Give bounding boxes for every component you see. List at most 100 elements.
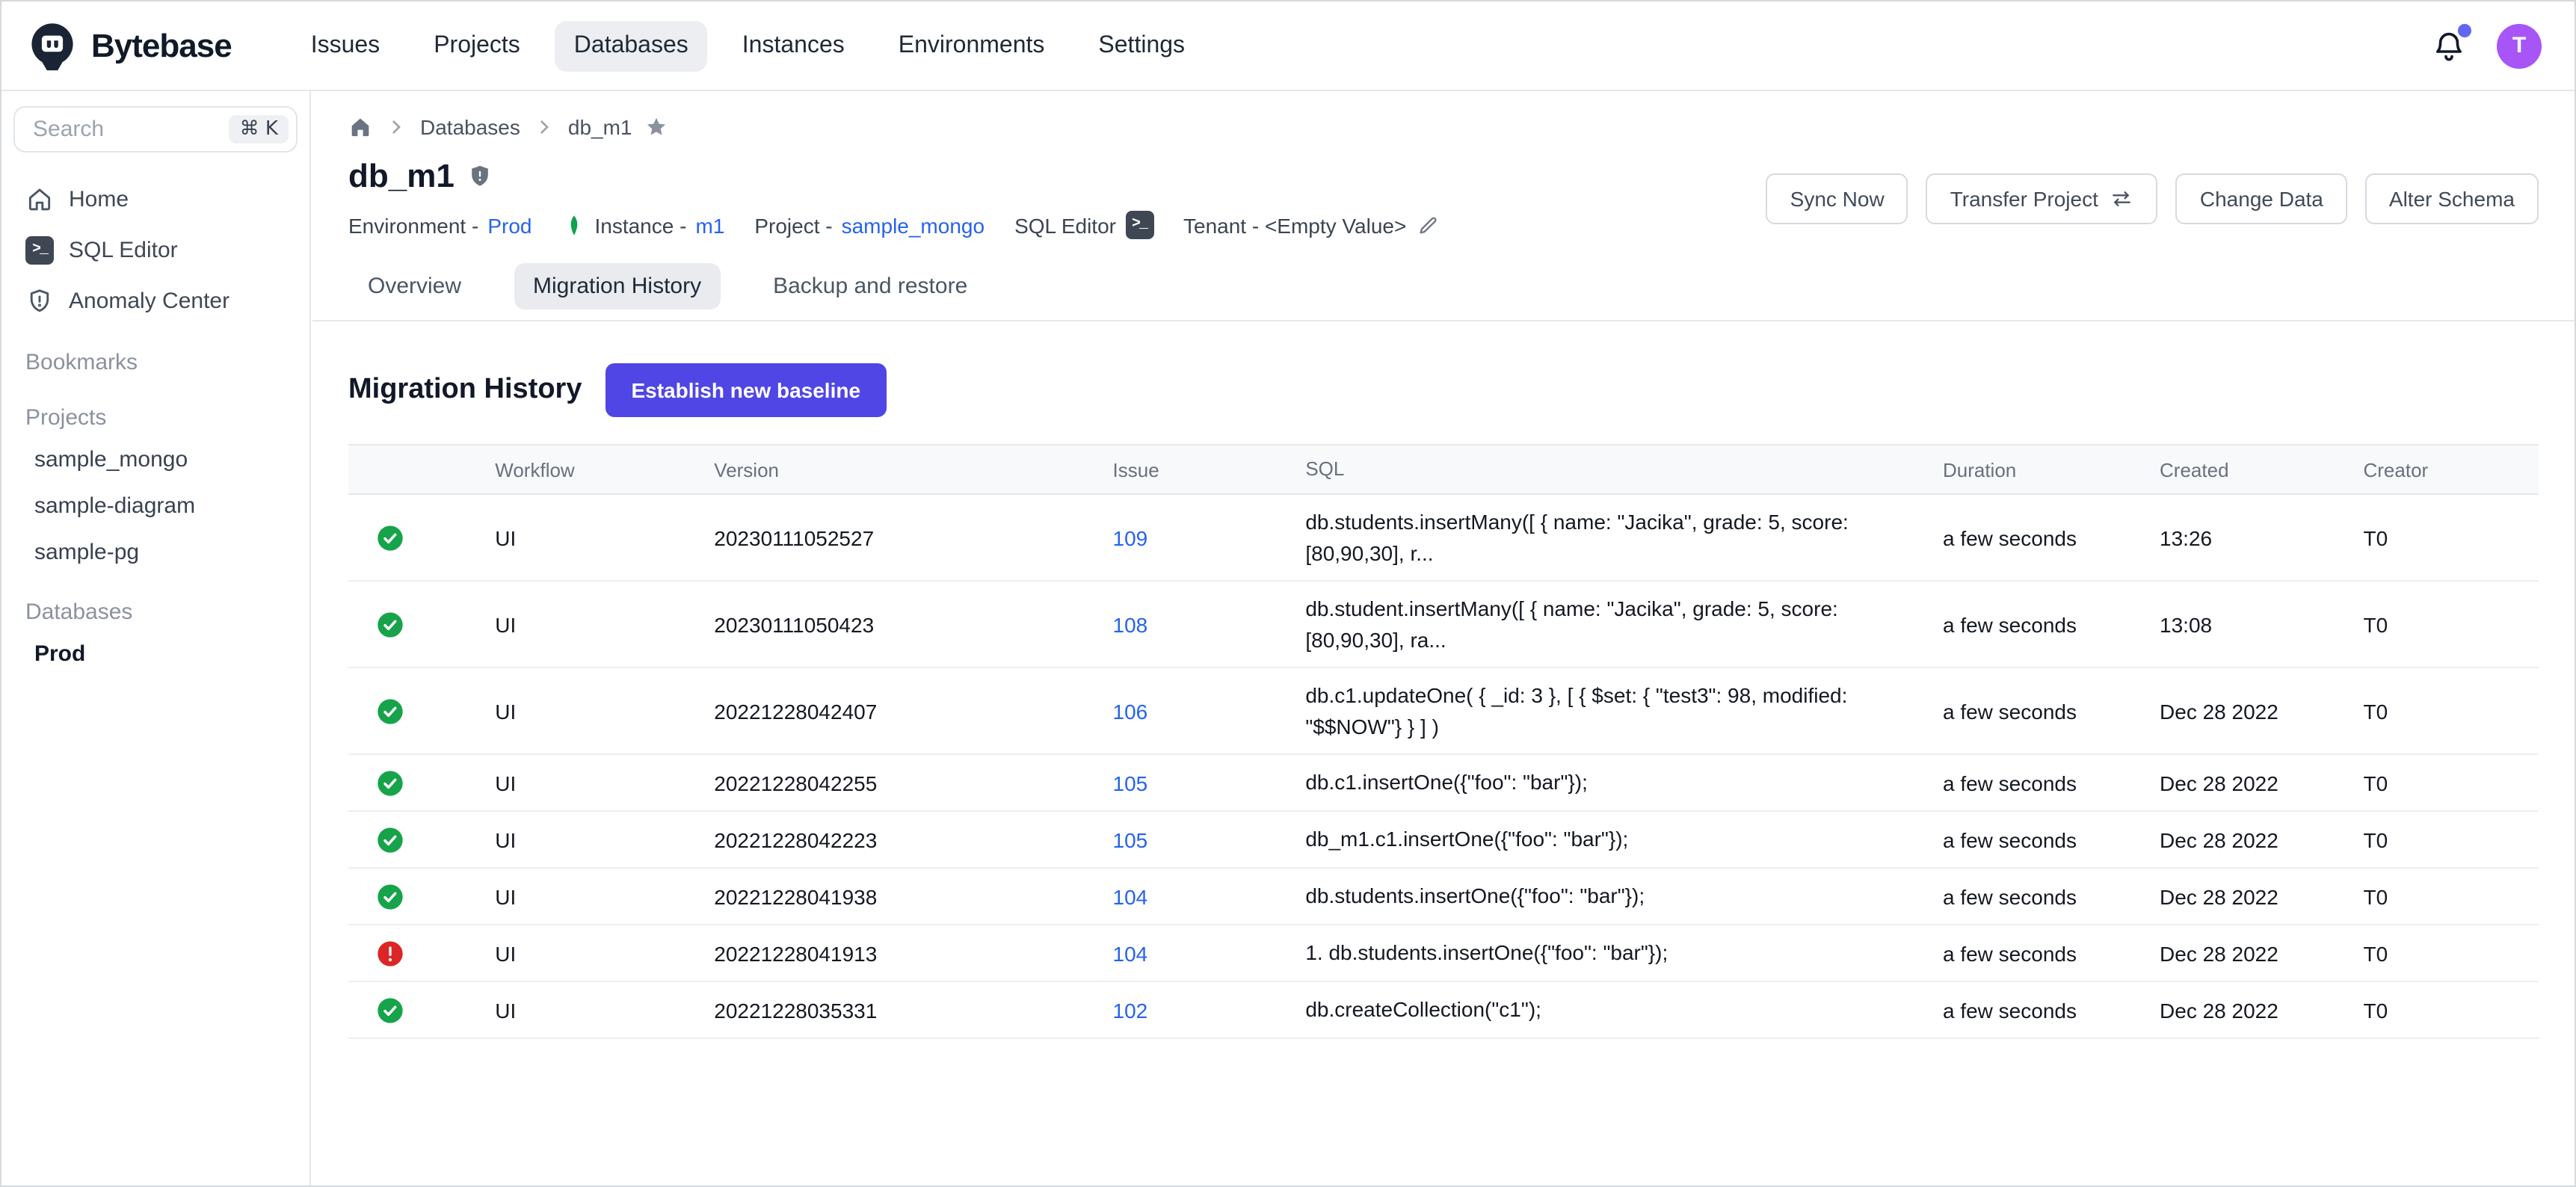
- instance-label: Instance -: [594, 213, 686, 237]
- sidebar-item-home[interactable]: Home: [13, 173, 298, 224]
- establish-baseline-button[interactable]: Establish new baseline: [606, 363, 886, 417]
- nav-item-instances[interactable]: Instances: [723, 20, 864, 71]
- error-icon: [375, 938, 405, 968]
- col-created: Created: [2160, 452, 2363, 487]
- table-row[interactable]: UI 20221228042407 106 db.c1.updateOne( {…: [348, 668, 2539, 755]
- issue-link[interactable]: 109: [1113, 525, 1148, 549]
- issue-link[interactable]: 104: [1113, 884, 1148, 908]
- col-version: Version: [714, 452, 1112, 487]
- search-box[interactable]: ⌘ K: [13, 106, 298, 152]
- workflow-cell: UI: [495, 821, 714, 857]
- tab-overview[interactable]: Overview: [348, 263, 481, 309]
- search-input[interactable]: [30, 115, 229, 144]
- creator-cell: T0: [2364, 519, 2539, 555]
- pencil-icon[interactable]: [1415, 213, 1439, 237]
- instance-link[interactable]: m1: [695, 213, 724, 237]
- version-cell: 20230111050423: [714, 606, 1112, 642]
- tab-migration-history[interactable]: Migration History: [514, 263, 721, 309]
- sql-cell: db.createCollection("c1");: [1305, 989, 1943, 1032]
- project-label: Project -: [754, 213, 832, 237]
- sidebar-item-anomaly-center[interactable]: Anomaly Center: [13, 275, 298, 326]
- app-window: Bytebase Issues Projects Databases Insta…: [0, 0, 2576, 1187]
- tab-backup-and-restore[interactable]: Backup and restore: [754, 263, 987, 309]
- issue-link[interactable]: 108: [1113, 612, 1148, 636]
- issue-link[interactable]: 106: [1113, 699, 1148, 723]
- issue-link[interactable]: 105: [1113, 827, 1148, 851]
- created-cell: 13:26: [2160, 519, 2363, 555]
- notifications-button[interactable]: [2431, 28, 2467, 64]
- creator-cell: T0: [2364, 765, 2539, 801]
- project-link[interactable]: sample_mongo: [842, 213, 985, 237]
- home-breadcrumb-icon[interactable]: [348, 115, 372, 139]
- sql-cell: db_m1.c1.insertOne({"foo": "bar"});: [1305, 818, 1943, 861]
- sidebar-project-sample-diagram[interactable]: sample-diagram: [13, 483, 298, 529]
- avatar[interactable]: T: [2497, 23, 2542, 68]
- sql-cell: db.students.insertOne({"foo": "bar"});: [1305, 875, 1943, 918]
- nav-item-databases[interactable]: Databases: [555, 20, 708, 71]
- table-row[interactable]: UI 20230111052527 109 db.students.insert…: [348, 495, 2539, 582]
- main-nav: Issues Projects Databases Instances Envi…: [292, 20, 1204, 71]
- alter-schema-label: Alter Schema: [2389, 186, 2515, 210]
- brand[interactable]: Bytebase: [25, 19, 232, 73]
- table-row[interactable]: UI 20221228035331 102 db.createCollectio…: [348, 982, 2539, 1039]
- sql-cell: db.student.insertMany([ { name: "Jacika"…: [1305, 588, 1943, 660]
- issue-link[interactable]: 102: [1113, 998, 1148, 1022]
- table-header: Workflow Version Issue SQL Duration Crea…: [348, 444, 2539, 495]
- alter-schema-button[interactable]: Alter Schema: [2365, 173, 2539, 223]
- chevron-right-icon: [384, 115, 408, 139]
- sidebar: ⌘ K Home >_ SQL Editor Anomaly Center: [1, 91, 311, 1186]
- page-title: db_m1: [348, 157, 455, 196]
- transfer-project-button[interactable]: Transfer Project: [1926, 173, 2158, 223]
- terminal-icon: >_: [25, 235, 54, 264]
- sidebar-project-sample-pg[interactable]: sample-pg: [13, 529, 298, 576]
- environment-link[interactable]: Prod: [487, 213, 531, 237]
- issue-link[interactable]: 105: [1113, 771, 1148, 795]
- migration-table: Workflow Version Issue SQL Duration Crea…: [348, 444, 2539, 1039]
- workflow-cell: UI: [495, 693, 714, 729]
- table-row[interactable]: UI 20221228042223 105 db_m1.c1.insertOne…: [348, 812, 2539, 869]
- workflow-cell: UI: [495, 765, 714, 801]
- duration-cell: a few seconds: [1943, 821, 2160, 857]
- sql-cell: db.c1.insertOne({"foo": "bar"});: [1305, 762, 1943, 804]
- shield-icon: [466, 163, 493, 190]
- duration-cell: a few seconds: [1943, 992, 2160, 1028]
- terminal-icon: >_: [1125, 211, 1153, 239]
- table-row[interactable]: UI 20221228041938 104 db.students.insert…: [348, 869, 2539, 925]
- swap-arrows-icon: [2110, 186, 2134, 210]
- table-row[interactable]: UI 20230111050423 108 db.student.insertM…: [348, 582, 2539, 668]
- table-row[interactable]: UI 20221228041913 104 1. db.students.ins…: [348, 925, 2539, 982]
- detail-tabs: Overview Migration History Backup and re…: [348, 263, 2539, 309]
- issue-link[interactable]: 104: [1113, 941, 1148, 965]
- sync-now-button[interactable]: Sync Now: [1766, 173, 1908, 223]
- change-data-button[interactable]: Change Data: [2176, 173, 2347, 223]
- duration-cell: a few seconds: [1943, 765, 2160, 801]
- meta-sql-editor[interactable]: SQL Editor >_: [1014, 211, 1153, 239]
- nav-item-projects[interactable]: Projects: [414, 20, 540, 71]
- version-cell: 20221228042255: [714, 765, 1112, 801]
- table-row[interactable]: UI 20221228042255 105 db.c1.insertOne({"…: [348, 755, 2539, 812]
- version-cell: 20221228041938: [714, 878, 1112, 914]
- sidebar-project-sample-mongo[interactable]: sample_mongo: [13, 437, 298, 483]
- creator-cell: T0: [2364, 821, 2539, 857]
- nav-item-environments[interactable]: Environments: [879, 20, 1064, 71]
- tenant-label: Tenant - <Empty Value>: [1183, 213, 1406, 237]
- search-shortcut: ⌘ K: [229, 115, 289, 144]
- nav-item-settings[interactable]: Settings: [1079, 20, 1204, 71]
- sidebar-section-bookmarks: Bookmarks: [13, 338, 298, 381]
- breadcrumb: Databases db_m1: [348, 91, 2539, 139]
- duration-cell: a few seconds: [1943, 878, 2160, 914]
- sidebar-item-sql-editor[interactable]: >_ SQL Editor: [13, 224, 298, 275]
- version-cell: 20221228042223: [714, 821, 1112, 857]
- nav-item-issues[interactable]: Issues: [292, 20, 400, 71]
- transfer-project-label: Transfer Project: [1950, 186, 2098, 210]
- workflow-cell: UI: [495, 878, 714, 914]
- shield-alert-icon: [25, 286, 54, 315]
- tabs-divider: [312, 320, 2575, 321]
- sidebar-section-databases: Databases: [13, 588, 298, 631]
- sidebar-nav: Home >_ SQL Editor Anomaly Center: [13, 173, 298, 326]
- sidebar-item-label: SQL Editor: [69, 237, 178, 262]
- created-cell: Dec 28 2022: [2160, 992, 2363, 1028]
- breadcrumb-databases[interactable]: Databases: [420, 115, 520, 139]
- star-icon[interactable]: [644, 115, 668, 139]
- sidebar-database-prod[interactable]: Prod: [13, 631, 298, 677]
